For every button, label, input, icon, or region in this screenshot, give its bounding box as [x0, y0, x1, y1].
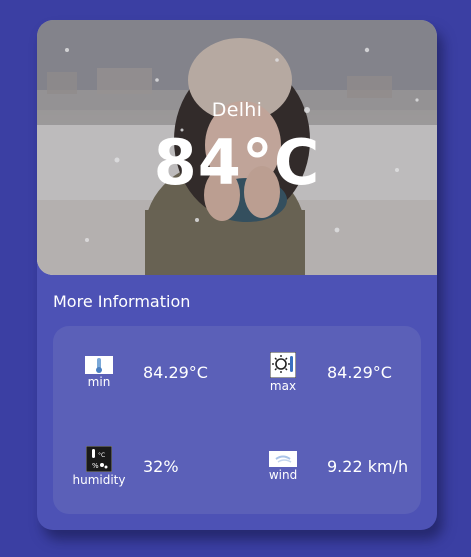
stat-wind-label: wind: [268, 468, 298, 482]
sun-thermometer-icon: [270, 352, 296, 378]
current-temperature: 84°C: [153, 126, 321, 199]
stat-humidity: °C % humidity 32%: [69, 446, 179, 487]
city-name: Delhi: [211, 99, 263, 121]
stat-max: max 84.29°C: [253, 352, 392, 393]
stat-wind: wind 9.22 km/h: [253, 451, 408, 482]
wind-icon: [269, 451, 297, 467]
stat-min: min 84.29°C: [69, 356, 208, 389]
stat-min-value: 84.29°C: [143, 363, 208, 382]
thermometer-low-icon: [85, 356, 113, 374]
stat-max-value: 84.29°C: [327, 363, 392, 382]
humidity-icon: °C %: [86, 446, 112, 472]
weather-hero-image: Delhi 84°C: [37, 20, 437, 275]
weather-card: Delhi 84°C More Information min 84.29°C: [37, 20, 437, 530]
svg-text:%: %: [92, 462, 99, 470]
more-information-title: More Information: [53, 292, 191, 311]
svg-text:°C: °C: [98, 452, 105, 459]
stat-max-label: max: [269, 379, 297, 393]
stat-min-label: min: [87, 375, 111, 389]
stat-wind-value: 9.22 km/h: [327, 457, 409, 476]
stat-humidity-value: 32%: [143, 457, 179, 476]
stat-humidity-label: humidity: [72, 473, 126, 487]
info-panel: min 84.29°C max 84.29°C °C % humidity 32…: [53, 326, 421, 514]
